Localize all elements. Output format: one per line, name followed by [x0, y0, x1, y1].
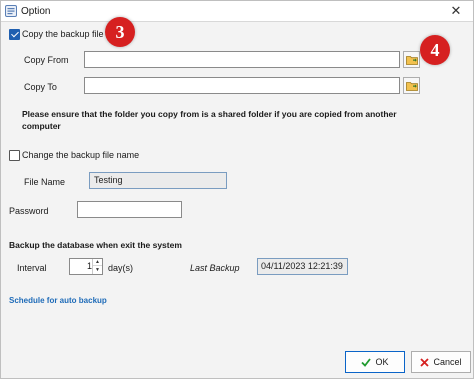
close-button[interactable]: ✕ [439, 1, 473, 21]
cancel-button-label: Cancel [433, 357, 462, 367]
interval-value: 1 [86, 261, 92, 271]
folder-icon [405, 81, 418, 91]
copy-from-label: Copy From [24, 55, 69, 65]
interval-stepper[interactable]: 1 ▲ ▼ [69, 258, 103, 275]
folder-icon [405, 55, 418, 65]
window-title: Option [21, 6, 51, 17]
copy-backup-checkbox[interactable] [9, 29, 20, 40]
password-label: Password [9, 206, 49, 216]
interval-unit: day(s) [108, 263, 134, 273]
interval-spin-arrows: ▲ ▼ [92, 259, 102, 274]
interval-label: Interval [17, 263, 47, 273]
copy-from-browse-button[interactable] [403, 51, 420, 68]
copy-backup-label: Copy the backup file [22, 29, 104, 39]
app-icon [5, 5, 17, 17]
copy-to-browse-button[interactable] [403, 77, 420, 94]
step-4-badge: 4 [420, 35, 450, 65]
option-dialog: Option ✕ Copy the backup file 3 Copy Fro… [0, 0, 474, 379]
last-backup-value: 04/11/2023 12:21:39 [257, 258, 348, 275]
ok-button[interactable]: OK [345, 351, 405, 373]
copy-to-label: Copy To [24, 82, 57, 92]
interval-up-button[interactable]: ▲ [93, 259, 102, 266]
backup-on-exit-heading: Backup the database when exit the system [9, 240, 182, 250]
last-backup-label: Last Backup [190, 263, 240, 273]
interval-down-button[interactable]: ▼ [93, 266, 102, 273]
password-input[interactable] [77, 201, 182, 218]
copy-from-input[interactable] [84, 51, 400, 68]
schedule-auto-backup-link[interactable]: Schedule for auto backup [9, 296, 107, 305]
cancel-button[interactable]: Cancel [411, 351, 471, 373]
file-name-input[interactable]: Testing [89, 172, 227, 189]
ok-check-icon [361, 357, 372, 367]
change-name-checkbox[interactable] [9, 150, 20, 161]
title-bar: Option ✕ [1, 1, 473, 22]
file-name-label: File Name [24, 177, 66, 187]
step-3-badge: 3 [105, 17, 135, 47]
close-icon: ✕ [450, 3, 462, 18]
shared-folder-note: Please ensure that the folder you copy f… [22, 109, 397, 131]
cancel-x-icon [420, 357, 430, 367]
copy-to-input[interactable] [84, 77, 400, 94]
change-name-label: Change the backup file name [22, 150, 140, 160]
ok-button-label: OK [375, 357, 389, 367]
